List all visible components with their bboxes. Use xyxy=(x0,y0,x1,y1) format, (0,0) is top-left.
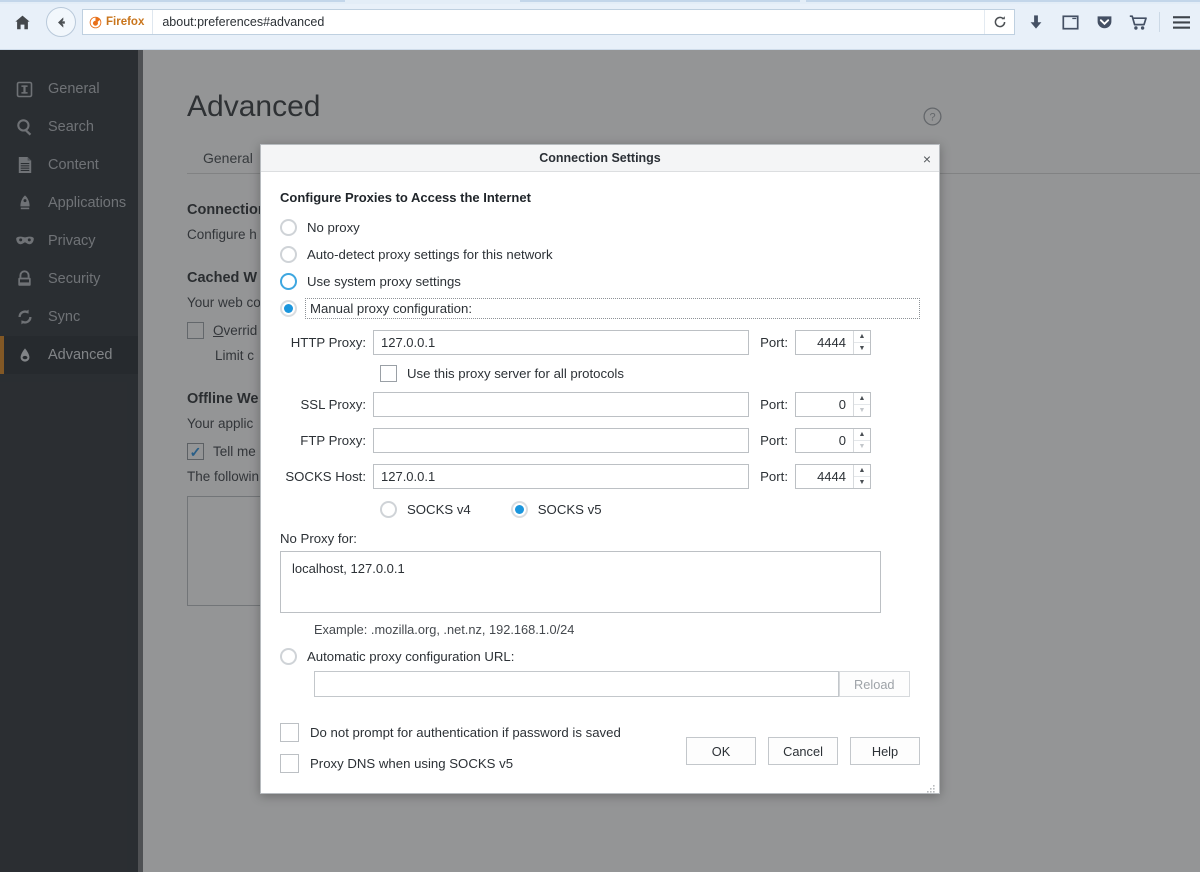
dialog-title-bar: Connection Settings × xyxy=(261,145,939,172)
no-proxy-example-text: Example: .mozilla.org, .net.nz, 192.168.… xyxy=(314,622,920,637)
spinner-up-icon[interactable]: ▲ xyxy=(854,465,870,477)
spinner-up-icon[interactable]: ▲ xyxy=(854,429,870,441)
socks-v5-label: SOCKS v5 xyxy=(538,502,602,517)
cancel-button[interactable]: Cancel xyxy=(768,737,838,765)
radio-label-system-proxy: Use system proxy settings xyxy=(307,274,461,289)
radio-system-proxy[interactable] xyxy=(280,273,297,290)
socks-host-label: SOCKS Host: xyxy=(280,469,373,484)
radio-label-manual-proxy: Manual proxy configuration: xyxy=(305,298,920,319)
browser-navigation-bar: Firefox about:preferences#advanced xyxy=(0,4,1200,40)
radio-pac-url[interactable] xyxy=(280,648,297,665)
http-port-arrows[interactable]: ▲ ▼ xyxy=(853,331,870,354)
reload-icon[interactable] xyxy=(984,10,1014,34)
spinner-down-icon: ▼ xyxy=(854,405,870,416)
toolbar-separator xyxy=(1159,12,1160,32)
spinner-down-icon[interactable]: ▼ xyxy=(854,477,870,488)
ssl-proxy-label: SSL Proxy: xyxy=(280,397,373,412)
radio-label-auto-detect: Auto-detect proxy settings for this netw… xyxy=(307,247,553,262)
ssl-port-label: Port: xyxy=(749,397,795,412)
socks-v4-label: SOCKS v4 xyxy=(407,502,471,517)
ftp-port-label: Port: xyxy=(749,433,795,448)
http-proxy-input[interactable]: 127.0.0.1 xyxy=(373,330,749,355)
http-port-label: Port: xyxy=(749,335,795,350)
ftp-port-arrows[interactable]: ▲ ▼ xyxy=(853,429,870,452)
back-arrow-icon xyxy=(54,15,69,30)
home-icon[interactable] xyxy=(4,7,40,37)
field-row-ftp-proxy: FTP Proxy: Port: 0 ▲ ▼ xyxy=(280,425,920,456)
use-all-protocols-label: Use this proxy server for all protocols xyxy=(407,366,624,381)
radio-row-auto-detect[interactable]: Auto-detect proxy settings for this netw… xyxy=(280,241,920,268)
radio-row-system-proxy[interactable]: Use system proxy settings xyxy=(280,268,920,295)
ftp-port-value[interactable]: 0 xyxy=(796,429,853,452)
configure-proxies-heading: Configure Proxies to Access the Internet xyxy=(280,190,920,205)
pac-url-input[interactable] xyxy=(314,671,839,697)
socks-port-stepper[interactable]: 4444 ▲ ▼ xyxy=(795,464,871,489)
download-icon[interactable] xyxy=(1019,7,1053,37)
proxy-dns-label: Proxy DNS when using SOCKS v5 xyxy=(310,756,513,771)
no-proxy-for-label: No Proxy for: xyxy=(280,531,920,546)
shopping-cart-icon[interactable] xyxy=(1121,7,1155,37)
radio-row-pac-url[interactable]: Automatic proxy configuration URL: xyxy=(280,648,920,665)
sidebar-window-icon[interactable] xyxy=(1053,7,1087,37)
field-row-ssl-proxy: SSL Proxy: Port: 0 ▲ ▼ xyxy=(280,389,920,420)
radio-manual-proxy[interactable] xyxy=(280,300,297,317)
radio-row-manual-proxy[interactable]: Manual proxy configuration: xyxy=(280,295,920,322)
use-all-protocols-checkbox[interactable] xyxy=(380,365,397,382)
socks-port-label: Port: xyxy=(749,469,795,484)
dialog-resize-grip[interactable] xyxy=(926,781,936,791)
spinner-up-icon[interactable]: ▲ xyxy=(854,331,870,343)
ssl-port-arrows[interactable]: ▲ ▼ xyxy=(853,393,870,416)
pac-url-label: Automatic proxy configuration URL: xyxy=(307,649,514,664)
firefox-logo-icon xyxy=(89,16,102,29)
identity-label: Firefox xyxy=(106,16,144,28)
http-proxy-label: HTTP Proxy: xyxy=(280,335,373,350)
socks-version-row: SOCKS v4 SOCKS v5 xyxy=(380,501,920,518)
back-button[interactable] xyxy=(46,7,76,37)
use-all-protocols-row[interactable]: Use this proxy server for all protocols xyxy=(380,365,920,382)
dialog-title: Connection Settings xyxy=(539,151,661,165)
field-row-http-proxy: HTTP Proxy: 127.0.0.1 Port: 4444 ▲ ▼ xyxy=(280,327,920,358)
spinner-down-icon[interactable]: ▼ xyxy=(854,343,870,354)
pocket-icon[interactable] xyxy=(1087,7,1121,37)
ok-button[interactable]: OK xyxy=(686,737,756,765)
spinner-down-icon: ▼ xyxy=(854,441,870,452)
reload-pac-button[interactable]: Reload xyxy=(839,671,910,697)
no-auth-prompt-label: Do not prompt for authentication if pass… xyxy=(310,725,621,740)
socks-port-value[interactable]: 4444 xyxy=(796,465,853,488)
hamburger-menu-icon[interactable] xyxy=(1164,7,1198,37)
socks-port-arrows[interactable]: ▲ ▼ xyxy=(853,465,870,488)
navbar-underline xyxy=(0,40,1200,50)
toolbar-icons xyxy=(1019,7,1200,37)
proxy-dns-checkbox[interactable] xyxy=(280,754,299,773)
url-text[interactable]: about:preferences#advanced xyxy=(153,15,324,29)
ftp-proxy-label: FTP Proxy: xyxy=(280,433,373,448)
dialog-body: Configure Proxies to Access the Internet… xyxy=(261,172,939,794)
connection-settings-dialog: Connection Settings × Configure Proxies … xyxy=(260,144,940,794)
socks-host-input[interactable]: 127.0.0.1 xyxy=(373,464,749,489)
close-icon[interactable]: × xyxy=(923,145,931,172)
identity-box[interactable]: Firefox xyxy=(83,10,153,34)
radio-row-no-proxy[interactable]: No proxy xyxy=(280,214,920,241)
radio-socks-v4[interactable] xyxy=(380,501,397,518)
field-row-socks-host: SOCKS Host: 127.0.0.1 Port: 4444 ▲ ▼ xyxy=(280,461,920,492)
radio-auto-detect[interactable] xyxy=(280,246,297,263)
spinner-up-icon[interactable]: ▲ xyxy=(854,393,870,405)
radio-label-no-proxy: No proxy xyxy=(307,220,360,235)
ssl-port-value[interactable]: 0 xyxy=(796,393,853,416)
ssl-proxy-input[interactable] xyxy=(373,392,749,417)
http-port-value[interactable]: 4444 xyxy=(796,331,853,354)
help-button[interactable]: Help xyxy=(850,737,920,765)
http-port-stepper[interactable]: 4444 ▲ ▼ xyxy=(795,330,871,355)
no-proxy-for-textarea[interactable]: localhost, 127.0.0.1 xyxy=(280,551,881,613)
pac-input-row: Reload xyxy=(314,671,920,697)
ftp-proxy-input[interactable] xyxy=(373,428,749,453)
url-bar[interactable]: Firefox about:preferences#advanced xyxy=(82,9,1015,35)
dialog-button-row: OK Cancel Help xyxy=(686,737,920,765)
no-auth-prompt-checkbox[interactable] xyxy=(280,723,299,742)
ssl-port-stepper[interactable]: 0 ▲ ▼ xyxy=(795,392,871,417)
radio-socks-v5[interactable] xyxy=(511,501,528,518)
radio-no-proxy[interactable] xyxy=(280,219,297,236)
ftp-port-stepper[interactable]: 0 ▲ ▼ xyxy=(795,428,871,453)
